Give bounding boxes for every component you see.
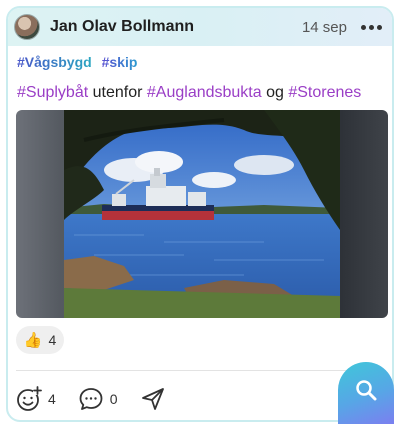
post-card: Jan Olav Bollmann 14 sep #Vågsbygd #skip… [6, 6, 394, 422]
search-icon [356, 380, 377, 401]
post-header: Jan Olav Bollmann 14 sep [8, 8, 392, 46]
thumbs-up-icon: 👍 [23, 332, 43, 349]
reaction-summary[interactable]: 👍 4 [16, 326, 64, 354]
search-fab[interactable] [338, 362, 394, 424]
author-name[interactable]: Jan Olav Bollmann [50, 18, 302, 36]
post-photo[interactable] [64, 110, 340, 318]
tag-skip[interactable]: #skip [102, 54, 138, 70]
post-date: 14 sep [301, 18, 347, 36]
comment-count: 0 [109, 391, 118, 407]
share-button[interactable] [140, 386, 166, 412]
post-image-frame[interactable] [16, 110, 388, 318]
hashtag-storenes[interactable]: #Storenes [288, 84, 361, 101]
avatar[interactable] [14, 14, 40, 40]
hashtag-auglandsbukta[interactable]: #Auglandsbukta [147, 84, 262, 101]
hashtag-suplybat[interactable]: #Suplybåt [17, 84, 88, 101]
text-word: utenfor [92, 84, 143, 101]
reaction-count: 4 [48, 332, 57, 348]
more-dots-icon[interactable] [361, 21, 382, 34]
send-icon [141, 388, 164, 410]
divider [16, 370, 384, 371]
tag-vagsbygd[interactable]: #Vågsbygd [17, 54, 92, 70]
post-text: #Suplybåt utenfor #Auglandsbukta og #Sto… [17, 84, 361, 102]
react-count: 4 [48, 391, 56, 407]
text-word: og [266, 84, 284, 101]
post-tags: #Vågsbygd #skip [17, 54, 143, 70]
add-reaction-icon [17, 386, 42, 411]
react-button[interactable]: 4 [16, 386, 56, 412]
comment-icon [79, 388, 103, 410]
action-bar: 4 0 [16, 386, 188, 412]
comment-button[interactable]: 0 [78, 386, 118, 412]
